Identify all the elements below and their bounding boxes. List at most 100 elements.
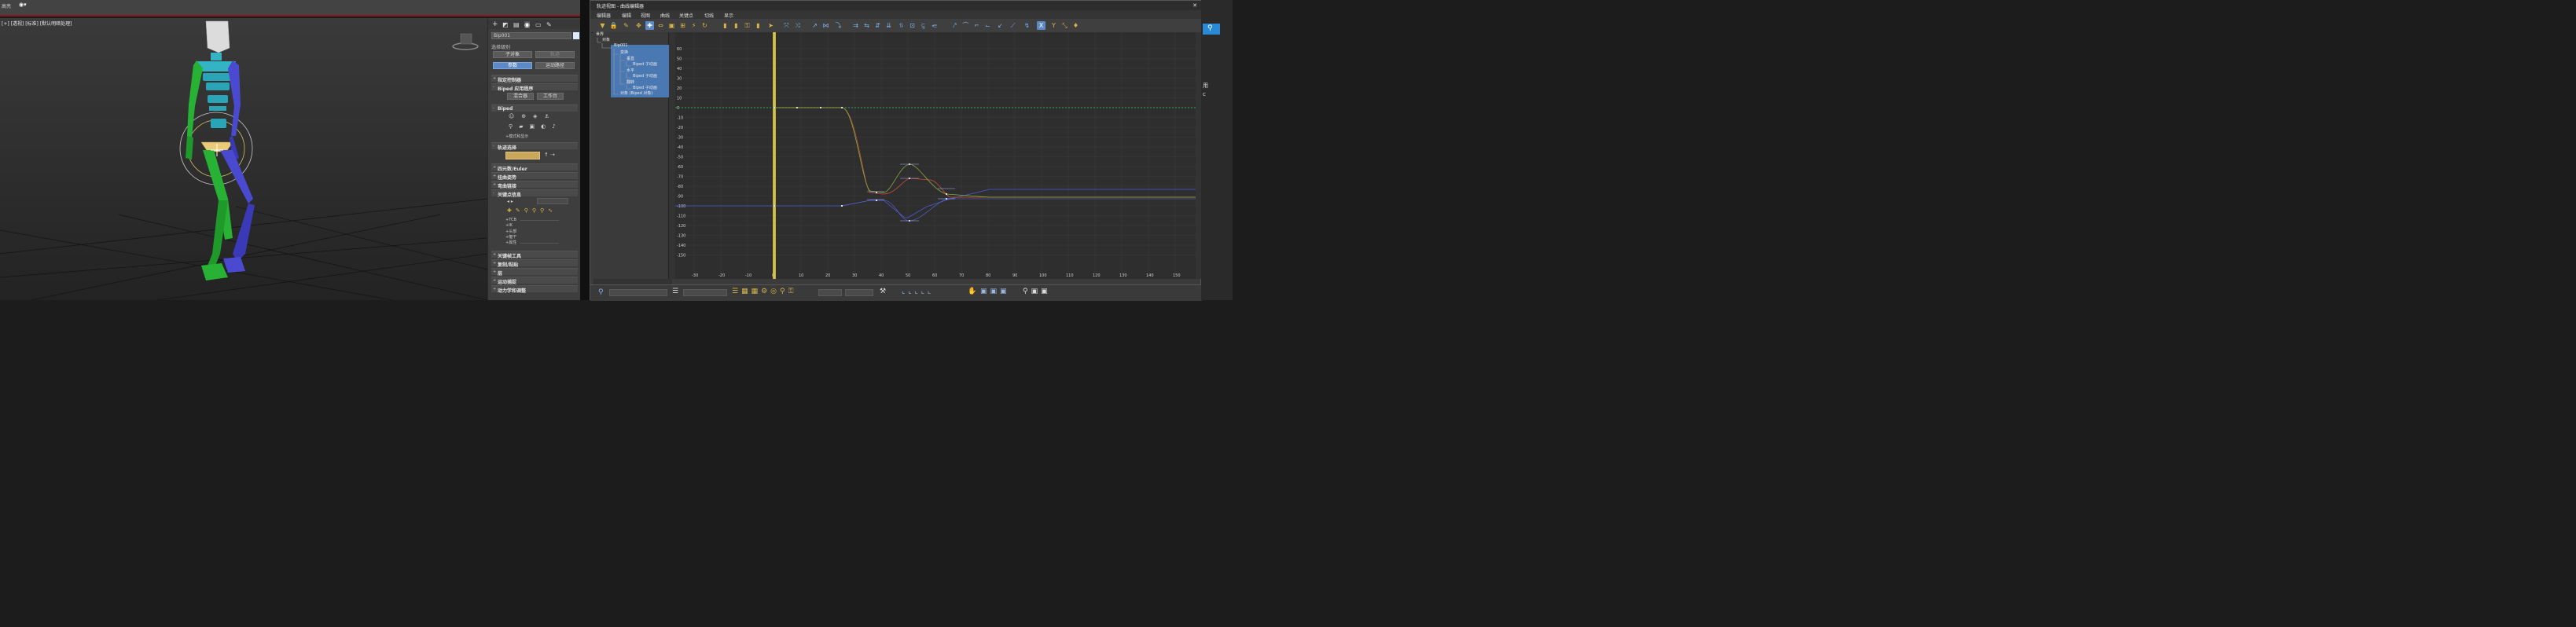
- menu-curves[interactable]: 曲线: [660, 12, 670, 19]
- biped-curve-icon-3[interactable]: ⌙: [983, 21, 992, 30]
- mode-display-label[interactable]: +模式和显示: [505, 134, 528, 139]
- rollout-copy-paste[interactable]: + 复制/粘贴: [491, 259, 578, 268]
- eye-icon[interactable]: ◉▾: [19, 2, 27, 8]
- tree-node-vertical[interactable]: 垂直: [627, 56, 634, 61]
- tree-node-world[interactable]: 世界: [596, 31, 604, 37]
- curve-olive[interactable]: [774, 107, 1200, 198]
- key-prop-props[interactable]: +属性: [505, 240, 516, 245]
- curve-blue-dip[interactable]: [841, 198, 1200, 222]
- display-tab-icon[interactable]: ▭: [535, 21, 542, 28]
- rollout-layers[interactable]: + 层: [491, 268, 578, 277]
- slide-keys-icon[interactable]: ⇔: [656, 21, 665, 30]
- zoom-icon[interactable]: ⚲: [598, 288, 604, 296]
- workbench-button[interactable]: 工作台: [537, 93, 564, 100]
- modify-tab-icon[interactable]: ◩: [502, 21, 509, 28]
- rollout-track-selection[interactable]: - 轨迹选择: [491, 142, 578, 151]
- create-tab-icon[interactable]: +: [492, 20, 498, 28]
- tree-node-bip001[interactable]: Bip001: [614, 43, 628, 48]
- biped-file-icons[interactable]: ⚲▰▣◐♪: [509, 123, 562, 130]
- biped-curve-icon-5[interactable]: ⟋: [1009, 21, 1017, 30]
- menu-view[interactable]: 视图: [641, 12, 650, 19]
- select-icon[interactable]: ➤: [766, 21, 775, 30]
- curve-editor-graph[interactable]: 60 50 40 30 20 10 0 -10 -20 -30 -40 -50 -60 -70 -80 -90…: [675, 32, 1200, 279]
- key-icon[interactable]: ⚿: [743, 21, 751, 30]
- tree-hscrollbar[interactable]: [593, 279, 672, 284]
- sub-object-button[interactable]: 子对象: [493, 51, 532, 58]
- rollout-twist-poses[interactable]: + 扭曲姿势: [491, 172, 578, 181]
- smooth-tangent-icon[interactable]: ⇆: [862, 21, 871, 30]
- tangent-handles[interactable]: [867, 163, 955, 222]
- break-tangent-icon[interactable]: ⇵: [873, 21, 882, 30]
- utilities-tab-icon[interactable]: ✎: [546, 21, 552, 28]
- tree-node-object-biped[interactable]: 对象 (Biped 对象): [620, 90, 652, 96]
- curve-keys[interactable]: [774, 107, 947, 222]
- auto-tangent-icon[interactable]: ⤧: [782, 21, 791, 30]
- biped-curve-icon-4[interactable]: ↙: [996, 21, 1005, 30]
- object-name-field[interactable]: Bip001: [491, 32, 571, 39]
- key-prop-ik[interactable]: +IK: [505, 223, 513, 228]
- snap-frames-icon[interactable]: ▮: [721, 21, 729, 30]
- unify-tangent-icon[interactable]: ⇊: [884, 21, 893, 30]
- biped-w-icon[interactable]: ♦: [1071, 21, 1080, 30]
- status-tools-icons[interactable]: ☰▦▦⚙◎⚲⚿: [732, 288, 796, 295]
- move-keys-icon[interactable]: ✥: [634, 21, 643, 30]
- move-keys-active-icon[interactable]: ✚: [645, 21, 654, 30]
- menu-tangents[interactable]: 切线: [704, 12, 714, 19]
- cycle-icon[interactable]: ⊡: [908, 21, 917, 30]
- frame-field[interactable]: [818, 289, 842, 296]
- motion-paths-button[interactable]: 运动路径: [535, 62, 575, 69]
- biped-y-icon[interactable]: Y: [1049, 21, 1058, 30]
- fast-tangent-icon[interactable]: ↗: [810, 21, 819, 30]
- ease-curve-icon[interactable]: ⤤: [950, 21, 959, 30]
- list-icon[interactable]: ☰: [672, 288, 678, 295]
- symmetrical-icon[interactable]: ☨⇢: [545, 152, 557, 158]
- step-tangent-icon[interactable]: ⤵: [834, 21, 843, 30]
- add-keys-icon[interactable]: ⚡: [689, 21, 698, 30]
- reduce-keys-icon[interactable]: ↻: [700, 21, 709, 30]
- hierarchy-tab-icon[interactable]: ▤: [513, 21, 520, 28]
- search-icon[interactable]: ⚲: [1207, 24, 1213, 32]
- spline-tangent-icon[interactable]: ⤨: [793, 21, 802, 30]
- track-view-titlebar[interactable]: 轨迹视图 - 曲线编辑器 ✕: [590, 1, 1202, 10]
- loop-icon[interactable]: ⥹: [919, 21, 928, 30]
- rollout-quaternion-euler[interactable]: + 四元数/Euler: [491, 163, 578, 172]
- key-nav-arrows[interactable]: ◂ ▸: [507, 199, 513, 204]
- menu-show[interactable]: 显示: [724, 12, 733, 19]
- biped-z-icon[interactable]: ⤡: [1060, 21, 1069, 30]
- track-set-dropdown[interactable]: [683, 289, 727, 296]
- linear-tangent-icon[interactable]: ⇉: [851, 21, 860, 30]
- rollout-motion-capture[interactable]: + 运动捕捉: [491, 277, 578, 285]
- ping-pong-icon[interactable]: ⥺: [930, 21, 939, 30]
- tree-node-biped-subanim-2[interactable]: Biped 子动画: [633, 73, 657, 79]
- biped-curve-icon-1[interactable]: ⌒: [961, 21, 970, 30]
- lock-selection-icon[interactable]: ▮: [732, 21, 740, 30]
- rollout-key-info[interactable]: - 关键点信息: [491, 189, 578, 198]
- curve-red[interactable]: [774, 107, 1200, 198]
- key-prop-tcb[interactable]: +TCB: [505, 218, 516, 222]
- zoom-extents-icons[interactable]: ▣▣▣: [980, 288, 1010, 295]
- object-color-swatch[interactable]: [573, 32, 579, 39]
- tree-node-biped-subanim-1[interactable]: Biped 子动画: [633, 61, 657, 67]
- draw-curves-icon[interactable]: ✎: [622, 21, 630, 30]
- tree-node-biped-subanim-3[interactable]: Biped 子动画: [633, 85, 657, 90]
- mixer-button[interactable]: 混合器: [507, 93, 534, 100]
- tree-node-horizontal[interactable]: 水平: [627, 68, 634, 73]
- scale-keys-icon[interactable]: ▣: [667, 21, 676, 30]
- key-number-spinner[interactable]: [537, 198, 568, 204]
- menu-editor[interactable]: 编辑器: [597, 12, 611, 19]
- track-name-field[interactable]: [609, 289, 667, 296]
- show-keys-icon[interactable]: ▮: [754, 21, 763, 30]
- rollout-keyframing-tools[interactable]: + 关键帧工具: [491, 251, 578, 259]
- parameters-button[interactable]: 参数: [493, 62, 532, 69]
- scale-values-icon[interactable]: ⊞: [678, 21, 687, 30]
- wrench-icon[interactable]: ⚒: [880, 288, 886, 295]
- search-icon-bg[interactable]: ⚲: [1203, 24, 1220, 35]
- biped-x-icon[interactable]: X: [1037, 21, 1045, 30]
- key-prop-body[interactable]: +躯干: [505, 234, 516, 240]
- constant-icon[interactable]: ⥮: [897, 21, 906, 30]
- rollout-biped-apps[interactable]: - Biped 应用程序: [491, 83, 578, 92]
- zoom-region-icons[interactable]: ⚲▣▣: [1023, 288, 1051, 295]
- rollout-dynamics-adaptation[interactable]: + 动力学和调整: [491, 285, 578, 294]
- track-select-buttons[interactable]: [505, 152, 540, 160]
- curve-plot[interactable]: 6050403020100-10-20-30-40-50-60-70-80-90…: [675, 32, 1200, 279]
